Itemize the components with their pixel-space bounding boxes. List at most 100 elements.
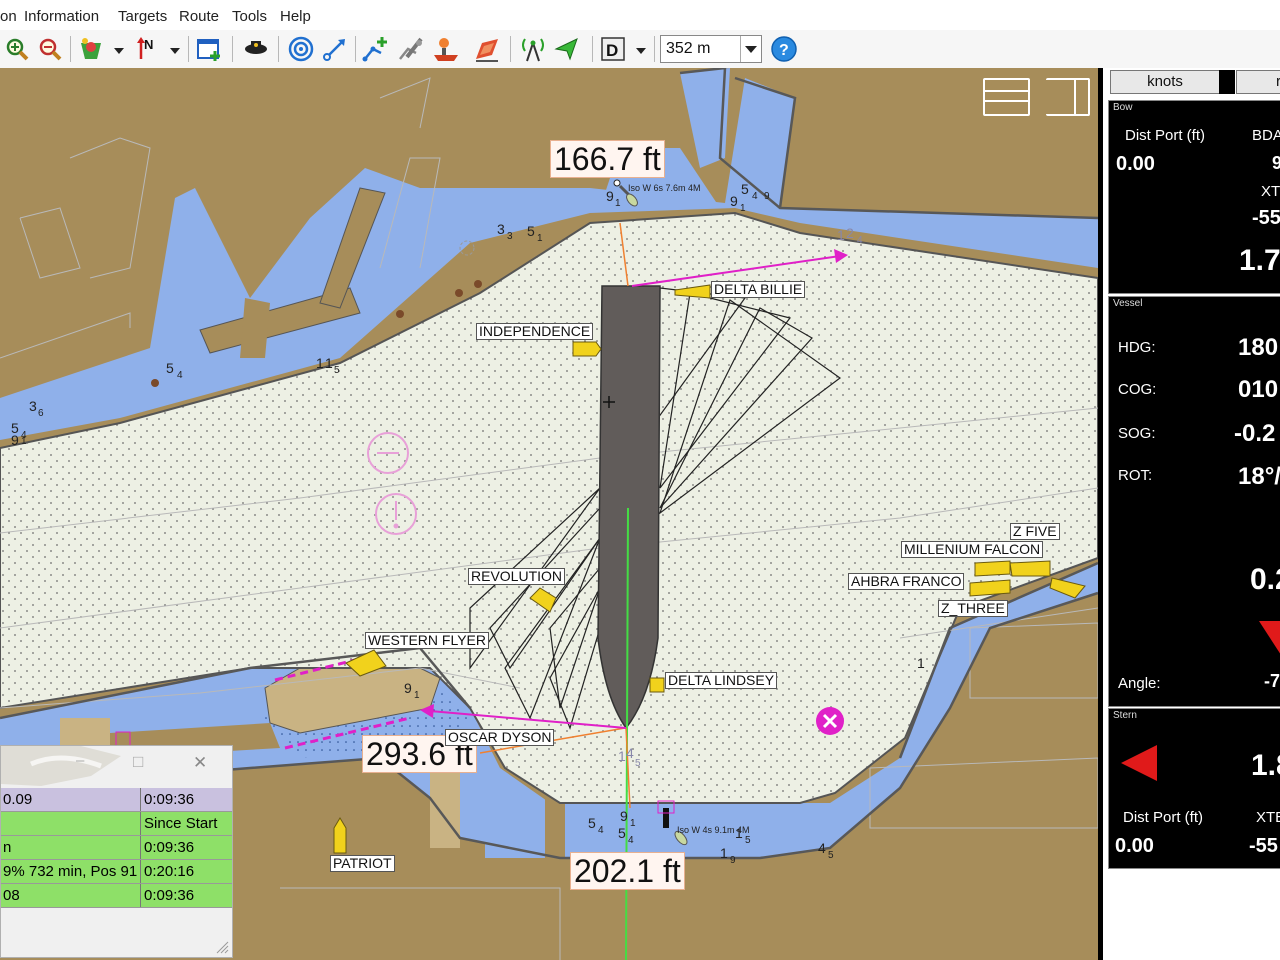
help-icon[interactable]: ? (769, 34, 799, 64)
range-select[interactable]: 352 m (660, 35, 762, 63)
svg-text:2: 2 (846, 225, 854, 241)
svg-text:5: 5 (828, 850, 834, 861)
dialog-minimize-button[interactable]: – (76, 752, 84, 769)
vessel-label-western-flyer[interactable]: WESTERN FLYER (365, 632, 489, 649)
svg-text:1: 1 (325, 355, 333, 371)
svg-text:9: 9 (404, 680, 412, 696)
bow-dist-port-label: Dist Port (ft) (1125, 127, 1206, 144)
toolbar-separator (188, 36, 189, 62)
svg-text:9: 9 (730, 193, 738, 209)
vessel-label-delta-billie[interactable]: DELTA BILLIE (711, 281, 806, 298)
ship-add-icon[interactable] (471, 34, 501, 64)
vessel-label-independence[interactable]: INDEPENDENCE (476, 323, 594, 340)
dialog-row: Since Start (1, 812, 232, 835)
menu-item-tools[interactable]: Tools (232, 8, 267, 25)
svg-text:4: 4 (598, 825, 604, 836)
menu-item-help[interactable]: Help (280, 8, 311, 25)
bow-xt-value: -55 (1252, 207, 1280, 229)
route-add-icon[interactable] (361, 34, 391, 64)
range-dropdown-icon[interactable] (745, 46, 757, 53)
svg-text:5: 5 (334, 365, 340, 376)
menu-item-options[interactable]: on (0, 8, 17, 25)
svg-text:1: 1 (917, 655, 925, 671)
wreck-mark-icon[interactable] (816, 707, 844, 735)
distance-label-bottom: 202.1 ft (570, 852, 685, 890)
tab-units[interactable]: r (1236, 70, 1280, 94)
zoom-in-icon[interactable] (2, 34, 32, 64)
svg-text:1: 1 (720, 845, 728, 861)
dialog-close-button[interactable]: ✕ (193, 753, 207, 773)
display-mode-dropdown[interactable] (636, 48, 646, 54)
vessel-label-z-three[interactable]: Z_THREE (938, 600, 1008, 617)
bow-bda-label: BDA (1252, 127, 1280, 144)
svg-text:1: 1 (316, 355, 324, 371)
radar-rings-icon[interactable] (286, 34, 316, 64)
display-mode-glyph: D (606, 41, 618, 60)
bow-panel-title: Bow (1113, 102, 1133, 113)
vessel-label-delta-lindsey[interactable]: DELTA LINDSEY (665, 672, 778, 689)
svg-text:1: 1 (414, 690, 420, 701)
hdg-value: 180 (1238, 334, 1279, 361)
vessel-label-ahbra-franco[interactable]: AHBRA FRANCO (848, 573, 965, 590)
svg-text:5: 5 (745, 835, 751, 846)
dialog-maximize-button[interactable]: □ (133, 752, 143, 772)
svg-text:4: 4 (818, 840, 826, 856)
side-panel-toggle-icon[interactable] (1046, 78, 1090, 116)
toolbar: N D ? (0, 30, 1280, 69)
target-arrow-icon[interactable] (552, 34, 582, 64)
stern-xte-label: XTE (1256, 809, 1280, 826)
toolbar-separator (510, 36, 511, 62)
vessel-label-millenium-falcon[interactable]: MILLENIUM FALCON (901, 541, 1044, 558)
svg-text:1: 1 (21, 436, 27, 447)
dialog-row: 08 0:09:36 (1, 884, 232, 907)
vessel-label-patriot[interactable]: PATRIOT (330, 855, 395, 872)
stern-direction-arrow-icon (1121, 745, 1157, 781)
stern-panel: Stern 1.8 Dist Port (ft) XTE 0.00 -55 (1108, 708, 1280, 869)
toolbar-separator (70, 36, 71, 62)
cog-label: COG: (1118, 381, 1157, 398)
measure-icon[interactable] (320, 34, 350, 64)
route-edit-icon[interactable] (396, 34, 426, 64)
tab-knots[interactable]: knots (1110, 70, 1220, 94)
dialog-background-map (1, 746, 121, 786)
dialog-row: n 0:09:36 (1, 836, 232, 859)
bow-speed-value: 1.7 (1239, 244, 1280, 277)
north-up-icon[interactable]: N (134, 34, 164, 64)
layers-icon[interactable] (76, 34, 106, 64)
new-window-icon[interactable] (194, 34, 224, 64)
stern-dist-port-label: Dist Port (ft) (1123, 809, 1204, 826)
sog-value: -0.2 (1234, 420, 1276, 447)
dialog-row: 9% 732 min, Pos 91 0:20:16 (1, 860, 232, 883)
north-up-dropdown[interactable] (170, 48, 180, 54)
svg-text:4: 4 (626, 745, 634, 761)
angle-value: -7 (1264, 671, 1280, 691)
own-ship-hull[interactable] (597, 285, 661, 730)
panel-layout-icon[interactable] (983, 78, 1030, 116)
vessel-panel: Vessel HDG: 180 COG: 010 SOG: -0.2 ROT: … (1108, 296, 1280, 707)
bow-bda-value: 9 (1272, 153, 1280, 173)
display-mode-icon[interactable]: D (598, 34, 628, 64)
captain-icon[interactable] (241, 34, 271, 64)
vessel-panel-title: Vessel (1113, 298, 1143, 309)
vessel-label-oscar-dyson[interactable]: OSCAR DYSON (445, 729, 555, 746)
zoom-out-icon[interactable] (35, 34, 65, 64)
help-glyph: ? (779, 42, 789, 59)
menu-item-information[interactable]: Information (24, 8, 99, 25)
resize-grip-icon[interactable] (215, 940, 229, 954)
svg-text:5: 5 (741, 181, 749, 197)
menu-item-targets[interactable]: Targets (118, 8, 167, 25)
bow-dist-port-value: 0.00 (1116, 153, 1155, 175)
lateral-speed-value: 0.2 (1250, 563, 1280, 596)
menu-item-route[interactable]: Route (179, 8, 219, 25)
rot-label: ROT: (1118, 467, 1153, 484)
light-note-north: Iso W 6s 7.6m 4M (628, 183, 701, 193)
lateral-direction-arrow-icon (1259, 621, 1280, 654)
toolbar-separator (592, 36, 593, 62)
antenna-icon[interactable] (518, 34, 548, 64)
toolbar-separator (355, 36, 356, 62)
vessel-tool-icon[interactable] (431, 34, 461, 64)
menu-bar: on Information Targets Route Tools Help (0, 0, 1280, 31)
vessel-label-z-five[interactable]: Z FIVE (1010, 523, 1060, 540)
layers-dropdown[interactable] (114, 48, 124, 54)
vessel-label-revolution[interactable]: REVOLUTION (468, 568, 566, 585)
